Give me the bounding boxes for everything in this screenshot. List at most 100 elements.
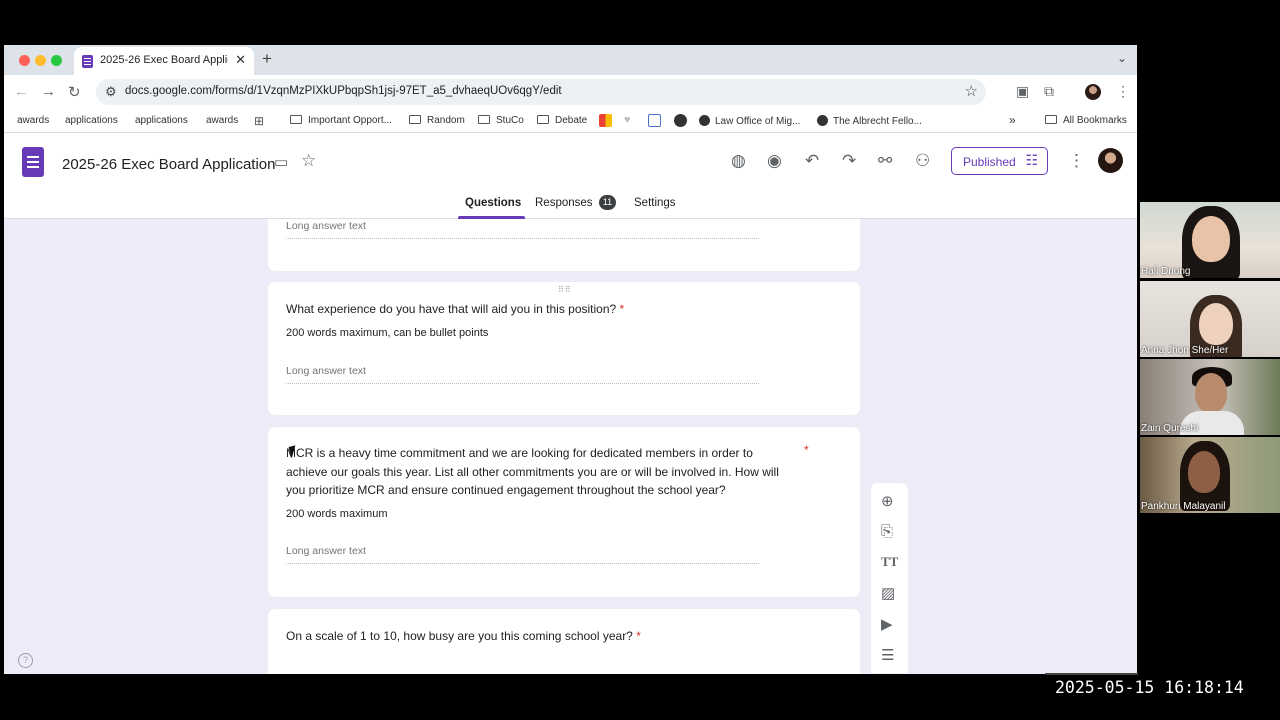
participant-video-tile[interactable]: Anna Jhon She/Her bbox=[1140, 281, 1280, 357]
bookmark-folder-label: Debate bbox=[555, 115, 588, 126]
tab-questions[interactable]: Questions bbox=[465, 197, 521, 209]
participant-face bbox=[1195, 373, 1227, 413]
long-answer-field: Long answer text bbox=[286, 362, 759, 384]
bookmark-folder[interactable]: StuCo bbox=[478, 115, 524, 126]
redo-icon[interactable]: ↷ bbox=[842, 151, 856, 171]
heart-bookmark-icon[interactable]: ♥ bbox=[624, 114, 637, 127]
globe-bookmark-icon[interactable] bbox=[674, 114, 687, 127]
apps-grid-icon[interactable]: ⊞ bbox=[254, 114, 267, 128]
participant-video-tile[interactable]: Pankhuri Malayanil bbox=[1140, 437, 1280, 513]
browser-tab-active[interactable]: 2025-26 Exec Board Applicat ✕ bbox=[74, 47, 254, 75]
browser-toolbar: ← → ↻ ⚙ docs.google.com/forms/d/1VzqnMzP… bbox=[4, 75, 1137, 109]
maximize-window-button[interactable] bbox=[51, 55, 62, 66]
palette-icon[interactable]: ◍ bbox=[731, 151, 746, 171]
add-section-icon[interactable]: ☰ bbox=[881, 646, 894, 664]
minimize-window-button[interactable] bbox=[35, 55, 46, 66]
account-avatar[interactable] bbox=[1098, 148, 1123, 173]
bookmark-folder[interactable]: Debate bbox=[537, 115, 587, 126]
extension-icon[interactable]: ▣ bbox=[1016, 83, 1029, 100]
link-icon[interactable]: ⚯ bbox=[878, 151, 892, 171]
browser-menu-icon[interactable]: ⋮ bbox=[1116, 83, 1130, 100]
help-icon[interactable]: ? bbox=[18, 653, 33, 668]
question-description: 200 words maximum bbox=[286, 508, 388, 520]
bookmark-star-icon[interactable]: ☆ bbox=[965, 82, 978, 100]
answer-placeholder: Long answer text bbox=[286, 545, 366, 557]
move-to-folder-icon[interactable]: ▭ bbox=[274, 153, 288, 171]
add-image-icon[interactable]: ▨ bbox=[881, 584, 895, 602]
participant-name: Hali Duong bbox=[1141, 266, 1191, 277]
forward-arrow-icon[interactable]: → bbox=[41, 83, 56, 100]
question-title: On a scale of 1 to 10, how busy are you … bbox=[286, 627, 641, 646]
folder-icon bbox=[478, 115, 490, 124]
published-button[interactable]: Published ☷ bbox=[951, 147, 1048, 175]
question-card[interactable]: MCR is a heavy time commitment and we ar… bbox=[268, 427, 860, 597]
question-title-text: On a scale of 1 to 10, how busy are you … bbox=[286, 629, 633, 643]
participant-name: Anna Jhon She/Her bbox=[1141, 345, 1229, 356]
long-answer-field: Long answer text bbox=[286, 219, 759, 239]
question-title: What experience do you have that will ai… bbox=[286, 300, 624, 319]
publish-settings-icon: ☷ bbox=[1025, 152, 1038, 168]
question-card[interactable]: ⠿⠿ What experience do you have that will… bbox=[268, 282, 860, 415]
tab-bar: 2025-26 Exec Board Applicat ✕ + ⌄ bbox=[4, 45, 1137, 75]
bookmark-folder-label: Random bbox=[427, 115, 465, 126]
url-text: docs.google.com/forms/d/1VzqnMzPIXkUPbqp… bbox=[125, 85, 562, 97]
question-card[interactable]: On a scale of 1 to 10, how busy are you … bbox=[268, 609, 860, 674]
bookmark-item[interactable]: awards bbox=[17, 115, 49, 126]
question-card[interactable]: Long answer text bbox=[268, 219, 860, 271]
more-options-icon[interactable]: ⋮ bbox=[1068, 151, 1085, 171]
star-icon[interactable]: ☆ bbox=[301, 151, 316, 171]
participant-video-tile[interactable]: Zain Qureshi bbox=[1140, 359, 1280, 435]
recording-strip bbox=[1045, 673, 1138, 675]
bookmark-folder[interactable]: Random bbox=[409, 115, 465, 126]
question-description: 200 words maximum, can be bullet points bbox=[286, 327, 489, 339]
form-title[interactable]: 2025-26 Exec Board Application bbox=[62, 156, 275, 173]
address-bar[interactable]: ⚙ docs.google.com/forms/d/1VzqnMzPIXkUPb… bbox=[96, 79, 986, 105]
add-title-description-icon[interactable]: TT bbox=[881, 554, 898, 570]
required-asterisk: * bbox=[804, 443, 809, 457]
new-tab-icon[interactable]: + bbox=[262, 49, 272, 69]
bookmark-item[interactable]: awards bbox=[206, 115, 238, 126]
add-question-icon[interactable]: ⊕ bbox=[881, 492, 894, 510]
add-collaborator-icon[interactable]: ⚇ bbox=[915, 151, 930, 171]
browser-profile-avatar[interactable] bbox=[1085, 84, 1101, 100]
bookmark-folder-label: Important Opport... bbox=[308, 115, 392, 126]
bookmark-label: Law Office of Mig... bbox=[715, 116, 801, 127]
question-title-text: What experience do you have that will ai… bbox=[286, 302, 617, 316]
bookmark-item[interactable]: applications bbox=[135, 115, 188, 126]
browser-window: 2025-26 Exec Board Applicat ✕ + ⌄ ← → ↻ … bbox=[4, 45, 1137, 674]
preview-eye-icon[interactable]: ◉ bbox=[767, 151, 782, 171]
folder-icon bbox=[290, 115, 302, 124]
close-tab-icon[interactable]: ✕ bbox=[235, 52, 246, 68]
drag-handle-icon[interactable]: ⠿⠿ bbox=[558, 285, 572, 294]
colorful-bookmark-icon[interactable] bbox=[599, 114, 612, 127]
tab-responses[interactable]: Responses bbox=[535, 197, 593, 209]
google-forms-logo-icon[interactable] bbox=[22, 147, 44, 177]
long-answer-field: Long answer text bbox=[286, 542, 759, 564]
required-asterisk: * bbox=[619, 302, 625, 316]
bookmark-item[interactable]: The Albrecht Fello... bbox=[817, 115, 922, 127]
more-bookmarks-chevron-icon[interactable]: » bbox=[1009, 113, 1016, 127]
question-title-line: you prioritize MCR and ensure continued … bbox=[286, 483, 726, 497]
puzzle-extensions-icon[interactable]: ⧉ bbox=[1044, 83, 1054, 100]
bookmark-item[interactable]: Law Office of Mig... bbox=[699, 115, 800, 127]
tab-search-chevron-icon[interactable]: ⌄ bbox=[1117, 51, 1127, 65]
participant-face bbox=[1199, 303, 1233, 345]
participant-video-tile[interactable]: Hali Duong bbox=[1140, 202, 1280, 278]
undo-icon[interactable]: ↶ bbox=[805, 151, 819, 171]
all-bookmarks-folder[interactable]: All Bookmarks bbox=[1045, 115, 1127, 126]
responses-count-badge: 11 bbox=[599, 195, 616, 210]
tab-settings[interactable]: Settings bbox=[634, 197, 676, 209]
bookmark-folder[interactable]: Important Opport... bbox=[290, 115, 392, 126]
published-label: Published bbox=[963, 155, 1016, 169]
participant-face bbox=[1192, 216, 1230, 262]
back-arrow-icon[interactable]: ← bbox=[14, 83, 29, 100]
reload-icon[interactable]: ↻ bbox=[68, 83, 81, 101]
calendar-bookmark-icon[interactable] bbox=[648, 114, 661, 127]
bookmark-folder-label: StuCo bbox=[496, 115, 524, 126]
add-video-icon[interactable]: ▶ bbox=[881, 615, 893, 633]
close-window-button[interactable] bbox=[19, 55, 30, 66]
site-info-icon[interactable]: ⚙ bbox=[105, 84, 117, 100]
bookmark-item[interactable]: applications bbox=[65, 115, 118, 126]
import-questions-icon[interactable]: ⎘ bbox=[881, 523, 893, 540]
question-title-line: achieve our goals this year. List all ot… bbox=[286, 464, 779, 479]
